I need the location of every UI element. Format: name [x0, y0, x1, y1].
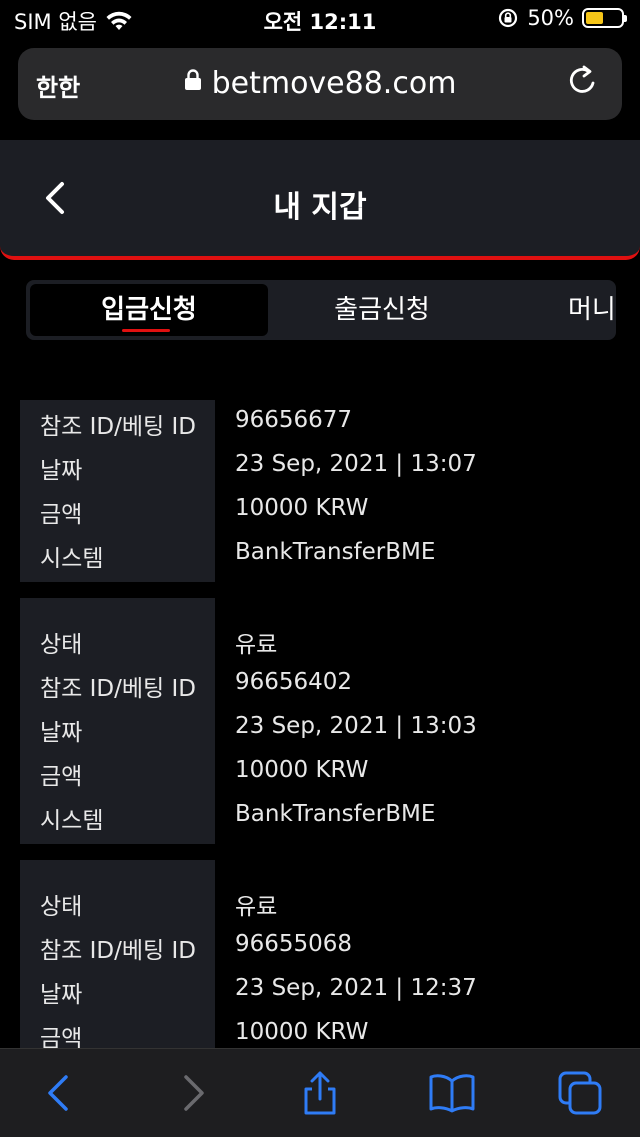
row-label: 시스템: [40, 808, 104, 834]
row-value: 10000 KRW: [235, 1019, 369, 1045]
tab-deposit-label: 입금신청: [101, 295, 197, 325]
row-label: 참조 ID/베팅 ID: [40, 938, 196, 964]
reload-icon[interactable]: [566, 64, 600, 98]
row-label: 날짜: [40, 458, 83, 484]
row-label: 금액: [40, 502, 83, 528]
tab-withdraw[interactable]: 출금신청: [284, 280, 480, 340]
status-bar: SIM 없음 오전 12:11 50%: [0, 0, 640, 40]
tab-deposit[interactable]: 입금신청: [30, 284, 268, 336]
record-row: 금액 10000 KRW: [20, 488, 620, 532]
page-title: 내 지갑: [273, 190, 367, 225]
transaction-card: 참조 ID/베팅 ID 96656677 날짜 23 Sep, 2021 | 1…: [20, 400, 620, 582]
record-row: 날짜 23 Sep, 2021 | 13:03: [20, 706, 620, 750]
row-label: 상태: [40, 632, 83, 658]
wallet-tabs: 입금신청 출금신청 머니: [26, 280, 616, 340]
status-right: 50%: [497, 6, 627, 30]
lock-icon: [184, 69, 201, 90]
bookmarks-icon[interactable]: [428, 1071, 476, 1115]
record-row: 참조 ID/베팅 ID 96656677: [20, 400, 620, 444]
record-row: 날짜 23 Sep, 2021 | 12:37: [20, 968, 620, 1012]
transaction-card: 상태 유료 참조 ID/베팅 ID 96656402 날짜 23 Sep, 20…: [20, 598, 620, 844]
row-label: 날짜: [40, 982, 83, 1008]
nav-back-icon[interactable]: [38, 1071, 82, 1115]
row-value: 96656402: [235, 669, 353, 695]
url-text: betmove88.com: [211, 66, 457, 101]
orientation-lock-icon: [499, 8, 518, 28]
browser-toolbar: [0, 1048, 640, 1137]
record-row: 날짜 23 Sep, 2021 | 13:07: [20, 444, 620, 488]
record-row: 참조 ID/베팅 ID 96656402: [20, 662, 620, 706]
share-icon[interactable]: [298, 1071, 342, 1115]
row-label: 참조 ID/베팅 ID: [40, 676, 196, 702]
row-value: 10000 KRW: [235, 495, 369, 521]
row-label: 날짜: [40, 720, 83, 746]
record-row: 시스템 BankTransferBME: [20, 532, 620, 576]
tab-money[interactable]: 머니: [560, 280, 616, 340]
url-display[interactable]: betmove88.com: [18, 66, 622, 101]
battery-icon: [582, 8, 627, 28]
record-row: 참조 ID/베팅 ID 96655068: [20, 924, 620, 968]
battery-percent: 50%: [527, 6, 574, 30]
row-value: BankTransferBME: [235, 539, 436, 565]
transaction-list: 참조 ID/베팅 ID 96656677 날짜 23 Sep, 2021 | 1…: [20, 400, 620, 1072]
row-label: 금액: [40, 764, 83, 790]
row-value: 96655068: [235, 931, 353, 957]
tab-money-label: 머니: [568, 295, 616, 325]
row-value: 23 Sep, 2021 | 13:03: [235, 713, 477, 739]
row-value: BankTransferBME: [235, 801, 436, 827]
record-row: 금액 10000 KRW: [20, 750, 620, 794]
record-row: 상태 유료: [20, 880, 620, 924]
nav-forward-icon[interactable]: [170, 1071, 214, 1115]
url-bar[interactable]: 한한 betmove88.com: [18, 48, 622, 120]
row-label: 상태: [40, 894, 83, 920]
tab-withdraw-label: 출금신청: [334, 295, 430, 325]
row-value: 96656677: [235, 407, 353, 433]
row-value: 23 Sep, 2021 | 13:07: [235, 451, 477, 477]
row-value: 10000 KRW: [235, 757, 369, 783]
page-header: 내 지갑: [0, 140, 640, 260]
row-label: 참조 ID/베팅 ID: [40, 414, 196, 440]
record-row: 상태 유료: [20, 618, 620, 662]
tabs-icon[interactable]: [558, 1071, 602, 1115]
row-value: 유료: [235, 894, 278, 920]
row-label: 시스템: [40, 546, 104, 572]
transaction-card: 상태 유료 참조 ID/베팅 ID 96655068 날짜 23 Sep, 20…: [20, 860, 620, 1056]
record-row: 시스템 BankTransferBME: [20, 794, 620, 838]
active-tab-indicator: [122, 329, 170, 332]
row-value: 23 Sep, 2021 | 12:37: [235, 975, 477, 1001]
row-value: 유료: [235, 632, 278, 658]
